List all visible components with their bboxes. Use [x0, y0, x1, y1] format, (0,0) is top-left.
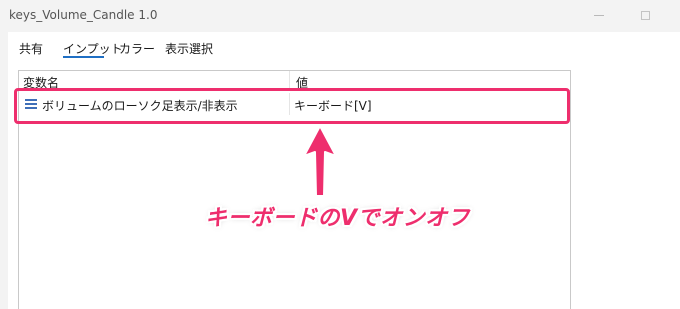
maximize-icon [640, 10, 650, 20]
tab-visualization[interactable]: 表示選択 [165, 40, 213, 57]
maximize-button[interactable] [622, 0, 668, 30]
highlight-box [14, 88, 570, 124]
tab-colors[interactable]: カラー [119, 40, 155, 57]
title-bar: keys_Volume_Candle 1.0 [0, 0, 680, 32]
up-arrow-icon [303, 125, 337, 197]
tab-common[interactable]: 共有 [19, 40, 43, 57]
active-tab-indicator [63, 56, 104, 58]
annotation-text: キーボードのVでオンオフ [205, 206, 471, 231]
minimize-icon [594, 14, 604, 16]
tab-strip: 共有 インプット カラー 表示選択 [8, 32, 680, 60]
minimize-button[interactable] [576, 0, 622, 30]
window-title: keys_Volume_Candle 1.0 [9, 8, 158, 22]
tab-inputs[interactable]: インプット [63, 40, 123, 57]
dialog-body: 共有 インプット カラー 表示選択 変数名 値 ボリュームのローソク足表示/非表… [8, 32, 680, 309]
